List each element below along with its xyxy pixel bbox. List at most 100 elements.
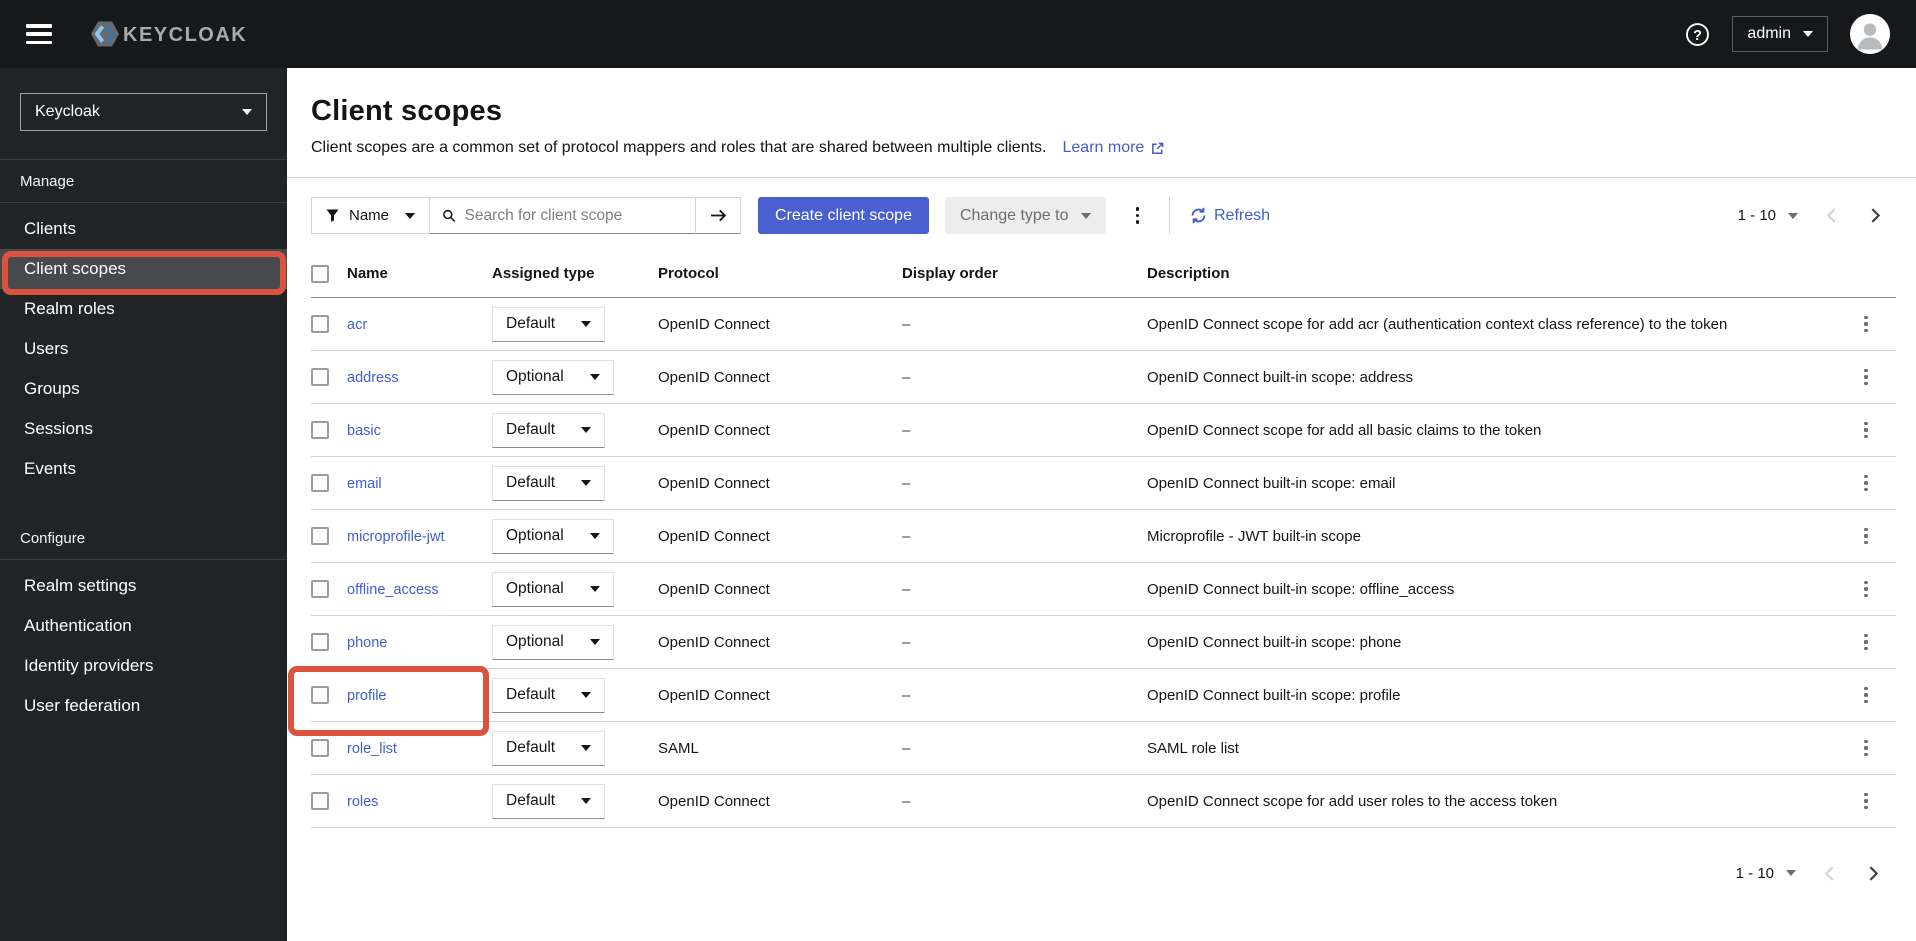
scope-name-link[interactable]: phone	[347, 635, 387, 651]
display-order-value: –	[902, 686, 911, 704]
page-header: Client scopes Client scopes are a common…	[287, 68, 1916, 178]
assigned-type-value: Optional	[506, 633, 564, 650]
row-kebab-menu[interactable]	[1848, 467, 1884, 499]
arrow-right-icon	[710, 209, 726, 222]
description-value: OpenID Connect scope for add user roles …	[1147, 792, 1558, 810]
sidebar-item-sessions[interactable]: Sessions	[0, 409, 287, 449]
assigned-type-select[interactable]: Default	[492, 730, 606, 766]
toolbar-kebab-menu[interactable]	[1120, 199, 1156, 232]
column-header-name: Name	[347, 265, 388, 282]
column-header-display-order: Display order	[902, 265, 998, 282]
pagination-range-dropdown[interactable]: 1 - 10	[1732, 203, 1804, 228]
scope-name-link[interactable]: role_list	[347, 741, 397, 757]
assigned-type-select[interactable]: Default	[492, 677, 606, 713]
refresh-icon	[1191, 207, 1206, 224]
sidebar-item-identity-providers[interactable]: Identity providers	[0, 646, 287, 686]
row-kebab-menu[interactable]	[1848, 732, 1884, 764]
pagination-bottom: 1 - 10	[287, 828, 1916, 888]
assigned-type-select[interactable]: Optional	[492, 518, 614, 554]
row-checkbox[interactable]	[311, 739, 329, 757]
learn-more-link[interactable]: Learn more	[1063, 139, 1166, 157]
row-checkbox[interactable]	[311, 474, 329, 492]
description-value: SAML role list	[1147, 739, 1239, 757]
scope-name-link[interactable]: microprofile-jwt	[347, 529, 445, 545]
filter-type-label: Name	[349, 207, 390, 224]
pagination-next-button[interactable]	[1858, 201, 1892, 231]
chevron-down-icon	[1803, 31, 1813, 37]
row-kebab-menu[interactable]	[1848, 414, 1884, 446]
assigned-type-select[interactable]: Default	[492, 412, 606, 448]
chevron-down-icon	[589, 586, 600, 592]
sidebar-item-users[interactable]: Users	[0, 329, 287, 369]
divider	[1169, 197, 1170, 234]
search-submit-button[interactable]	[695, 197, 741, 234]
scope-name-link[interactable]: offline_access	[347, 582, 439, 598]
pagination-top: 1 - 10	[1732, 201, 1892, 231]
user-menu[interactable]: admin	[1732, 16, 1828, 52]
sidebar-item-authentication[interactable]: Authentication	[0, 606, 287, 646]
pagination-next-button[interactable]	[1856, 858, 1890, 888]
display-order-value: –	[902, 421, 911, 439]
sidebar-item-clients[interactable]: Clients	[0, 209, 287, 249]
create-client-scope-button[interactable]: Create client scope	[758, 197, 929, 234]
row-checkbox[interactable]	[311, 421, 329, 439]
scope-name-link[interactable]: email	[347, 476, 382, 492]
search-input[interactable]	[464, 206, 683, 225]
chevron-down-icon	[1788, 212, 1798, 219]
realm-selector[interactable]: Keycloak	[20, 93, 267, 131]
row-kebab-menu[interactable]	[1848, 308, 1884, 340]
chevron-down-icon	[589, 639, 600, 645]
assigned-type-select[interactable]: Optional	[492, 624, 614, 660]
scope-name-link[interactable]: address	[347, 370, 399, 386]
assigned-type-select[interactable]: Default	[492, 306, 606, 342]
assigned-type-select[interactable]: Optional	[492, 571, 614, 607]
row-checkbox[interactable]	[311, 686, 329, 704]
select-all-checkbox[interactable]	[311, 264, 329, 283]
pagination-prev-button[interactable]	[1812, 858, 1846, 888]
chevron-down-icon	[581, 427, 592, 433]
protocol-value: OpenID Connect	[658, 315, 770, 333]
avatar[interactable]	[1850, 14, 1890, 54]
pagination-range-dropdown[interactable]: 1 - 10	[1730, 861, 1802, 886]
assigned-type-select[interactable]: Optional	[492, 359, 614, 395]
chevron-left-icon	[1826, 208, 1835, 223]
refresh-button[interactable]: Refresh	[1190, 207, 1270, 225]
row-checkbox[interactable]	[311, 633, 329, 651]
sidebar-item-client-scopes[interactable]: Client scopes	[0, 249, 287, 289]
row-kebab-menu[interactable]	[1848, 785, 1884, 817]
scope-name-link[interactable]: acr	[347, 317, 367, 333]
chevron-down-icon	[581, 480, 592, 486]
change-type-dropdown[interactable]: Change type to	[944, 197, 1106, 234]
nav-toggle-icon[interactable]	[26, 24, 52, 44]
table-row-profile: profile Default OpenID Connect – OpenID Conn…	[311, 669, 1896, 722]
scope-name-link[interactable]: profile	[347, 688, 387, 704]
row-kebab-menu[interactable]	[1848, 679, 1884, 711]
scope-name-link[interactable]: basic	[347, 423, 381, 439]
row-kebab-menu[interactable]	[1848, 573, 1884, 605]
sidebar-item-realm-settings[interactable]: Realm settings	[0, 566, 287, 606]
row-kebab-menu[interactable]	[1848, 520, 1884, 552]
row-kebab-menu[interactable]	[1848, 361, 1884, 393]
table-row-role_list: role_list Default SAML – SAML role list	[311, 722, 1896, 775]
description-value: OpenID Connect built-in scope: phone	[1147, 633, 1402, 651]
assigned-type-value: Default	[506, 474, 556, 491]
table-row-basic: basic Default OpenID Connect – OpenID Connec…	[311, 404, 1896, 457]
search-icon	[443, 209, 456, 222]
row-checkbox[interactable]	[311, 315, 329, 333]
help-icon[interactable]: ?	[1684, 21, 1710, 47]
sidebar-item-user-federation[interactable]: User federation	[0, 686, 287, 726]
sidebar-item-realm-roles[interactable]: Realm roles	[0, 289, 287, 329]
assigned-type-select[interactable]: Default	[492, 465, 606, 501]
filter-type-dropdown[interactable]: Name	[311, 197, 430, 234]
scope-name-link[interactable]: roles	[347, 794, 378, 810]
assigned-type-select[interactable]: Default	[492, 783, 606, 819]
sidebar-item-events[interactable]: Events	[0, 449, 287, 489]
row-checkbox[interactable]	[311, 792, 329, 810]
row-checkbox[interactable]	[311, 580, 329, 598]
pagination-prev-button[interactable]	[1814, 201, 1848, 231]
row-checkbox[interactable]	[311, 527, 329, 545]
keycloak-logo[interactable]: KEYCLOAK	[82, 17, 252, 51]
row-kebab-menu[interactable]	[1848, 626, 1884, 658]
sidebar-item-groups[interactable]: Groups	[0, 369, 287, 409]
row-checkbox[interactable]	[311, 368, 329, 386]
